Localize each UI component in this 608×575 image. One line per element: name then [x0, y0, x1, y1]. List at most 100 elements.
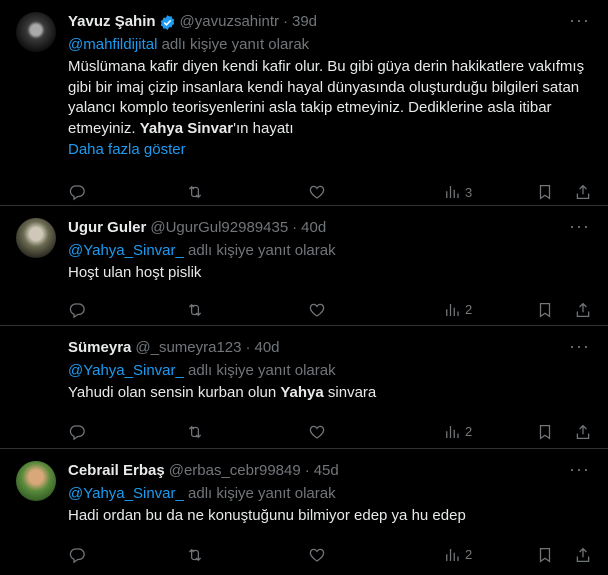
share-icon [576, 424, 590, 439]
action-bar: 2 [68, 535, 592, 575]
repost-icon [188, 303, 202, 316]
repost-button[interactable] [168, 301, 296, 319]
reply-mention-link[interactable]: @Yahya_Sinvar_ [68, 485, 184, 502]
verified-badge-icon [159, 14, 176, 31]
reply-icon [69, 302, 85, 318]
more-options-button[interactable]: ··· [569, 217, 590, 235]
reply-context-label: adlı kişiye yanıt olarak [188, 485, 336, 502]
reply-icon [69, 547, 85, 563]
show-more-link[interactable]: Daha fazla göster [68, 140, 592, 160]
tweet[interactable]: Ugur Guler @UgurGul92989435 · 40d @Yahya… [0, 206, 608, 326]
timestamp[interactable]: 40d [301, 218, 326, 238]
views-count: 2 [465, 424, 473, 439]
views-button[interactable]: 2 [426, 423, 513, 441]
reply-button[interactable] [68, 546, 168, 564]
tweet[interactable]: Sümeyra @_sumeyra123 · 40d @Yahya_Sinvar… [0, 326, 608, 449]
tweet-text: Hoşt ulan hoşt pislik [68, 264, 202, 281]
share-button[interactable] [574, 546, 592, 564]
separator-dot: · [282, 13, 288, 30]
views-chart-icon [446, 186, 459, 198]
separator-dot: · [304, 462, 310, 479]
avatar[interactable] [16, 338, 56, 378]
tweet-text-part: sinvara [323, 384, 377, 401]
more-options-button[interactable]: ··· [569, 460, 590, 478]
timestamp[interactable]: 40d [255, 338, 280, 358]
repost-icon [188, 185, 202, 199]
views-count: 2 [465, 302, 473, 317]
share-button[interactable] [574, 301, 592, 319]
bookmark-icon [539, 547, 551, 563]
tweet-text: Hadi ordan bu da ne konuştuğunu bilmiyor… [68, 507, 466, 524]
bookmark-icon [539, 302, 551, 318]
tweet[interactable]: Cebrail Erbaş @erbas_cebr99849 · 45d @Ya… [0, 449, 608, 572]
reply-icon [69, 185, 85, 201]
tweet-text-part: 'ın hayatı [233, 119, 294, 137]
author-name[interactable]: Yavuz Şahin [68, 12, 156, 32]
tweet[interactable]: Yavuz Şahin @yavuzsahintr · 39d @mahfild… [0, 0, 608, 206]
tweet-text-bold: Yahya [280, 384, 324, 401]
reply-button[interactable] [68, 183, 168, 201]
bookmark-button[interactable] [536, 183, 554, 201]
reply-button[interactable] [68, 423, 168, 441]
reply-context: @Yahya_Sinvar_ adlı kişiye yanıt olarak [68, 241, 592, 261]
repost-button[interactable] [168, 546, 296, 564]
reply-context-label: adlı kişiye yanıt olarak [188, 242, 336, 259]
timestamp[interactable]: 45d [314, 461, 339, 481]
views-button[interactable]: 3 [426, 183, 513, 201]
tweet-text-bold: Yahya Sinvar [139, 119, 234, 137]
reply-feed: Yavuz Şahin @yavuzsahintr · 39d @mahfild… [0, 0, 608, 572]
heart-icon [309, 185, 325, 199]
share-button[interactable] [574, 183, 592, 201]
heart-icon [309, 425, 325, 439]
views-chart-icon [446, 425, 459, 438]
tweet-text: Müslümana kafir diyen kendi kafir olur. … [68, 57, 592, 139]
bookmark-icon [539, 424, 551, 440]
views-button[interactable]: 2 [426, 301, 513, 319]
author-handle[interactable]: @erbas_cebr99849 [169, 461, 301, 481]
avatar[interactable] [16, 218, 56, 258]
timestamp[interactable]: 39d [292, 12, 317, 32]
like-button[interactable] [296, 546, 426, 564]
separator-dot: · [245, 339, 251, 356]
action-bar: 2 [68, 290, 592, 330]
repost-button[interactable] [168, 183, 296, 201]
like-button[interactable] [296, 183, 426, 201]
more-options-button[interactable]: ··· [569, 11, 590, 29]
author-name[interactable]: Cebrail Erbaş [68, 461, 165, 481]
views-count: 2 [465, 547, 473, 562]
reply-mention-link[interactable]: @mahfildijital [68, 36, 157, 53]
reply-icon [69, 424, 85, 440]
reply-mention-link[interactable]: @Yahya_Sinvar_ [68, 362, 184, 379]
author-handle[interactable]: @UgurGul92989435 [150, 218, 288, 238]
bookmark-button[interactable] [536, 301, 554, 319]
author-handle[interactable]: @yavuzsahintr [180, 12, 279, 32]
avatar[interactable] [16, 461, 56, 501]
share-icon [576, 302, 590, 317]
bookmark-icon [539, 184, 551, 200]
bookmark-button[interactable] [536, 423, 554, 441]
tweet-text: Yahudi olan sensin kurban olun Yahya sin… [68, 383, 592, 404]
author-handle[interactable]: @_sumeyra123 [135, 338, 241, 358]
more-options-button[interactable]: ··· [569, 337, 590, 355]
like-button[interactable] [296, 423, 426, 441]
bookmark-button[interactable] [536, 546, 554, 564]
repost-icon [188, 548, 202, 561]
views-button[interactable]: 2 [426, 546, 513, 564]
repost-button[interactable] [168, 423, 296, 441]
action-bar: 2 [68, 412, 592, 452]
views-chart-icon [446, 548, 459, 561]
views-count: 3 [465, 184, 473, 200]
reply-context-label: adlı kişiye yanıt olarak [188, 362, 336, 379]
share-button[interactable] [574, 423, 592, 441]
reply-mention-link[interactable]: @Yahya_Sinvar_ [68, 242, 184, 259]
repost-icon [188, 425, 202, 438]
avatar[interactable] [16, 12, 56, 52]
separator-dot: · [292, 219, 298, 236]
heart-icon [309, 548, 325, 562]
like-button[interactable] [296, 301, 426, 319]
heart-icon [309, 303, 325, 317]
reply-button[interactable] [68, 301, 168, 319]
reply-context-label: adlı kişiye yanıt olarak [161, 36, 310, 53]
author-name[interactable]: Ugur Guler [68, 218, 146, 238]
author-name[interactable]: Sümeyra [68, 338, 131, 358]
